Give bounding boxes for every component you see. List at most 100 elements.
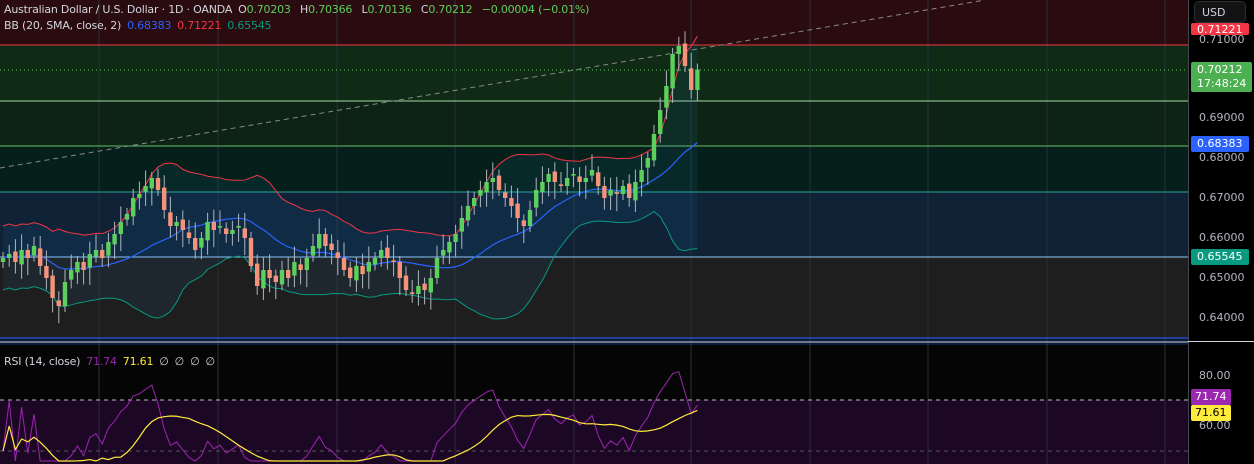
bb-basis-tag: 0.68383: [1191, 136, 1249, 152]
candle-body: [496, 175, 502, 190]
candle-body: [317, 234, 322, 249]
candle-body: [273, 275, 278, 282]
candle-body: [106, 242, 111, 256]
candle-body: [577, 176, 582, 182]
currency-button[interactable]: USD: [1194, 1, 1246, 23]
candle-body: [453, 234, 458, 242]
candle-body: [515, 203, 520, 218]
candle-body: [162, 187, 167, 210]
tick: 0.66000: [1199, 231, 1245, 244]
candle-body: [50, 275, 55, 298]
candle-body: [25, 250, 30, 258]
candle-body: [682, 43, 688, 66]
candle-body: [410, 292, 415, 294]
tick: 0.64000: [1199, 311, 1245, 324]
candle-body: [459, 218, 464, 232]
candle-body: [155, 178, 161, 190]
candle-body: [534, 190, 539, 208]
candle-body: [620, 186, 626, 194]
candle-body: [503, 192, 508, 198]
candle-body: [87, 254, 92, 268]
candle-body: [558, 184, 564, 186]
candle-body: [62, 282, 68, 306]
candle-body: [645, 158, 650, 168]
candle-body: [261, 270, 266, 289]
candle-body: [639, 170, 644, 182]
candle-body: [509, 198, 514, 206]
candle-body: [552, 171, 557, 182]
bb-upper-tag: 0.71221: [1191, 23, 1249, 35]
candle-body: [224, 228, 229, 234]
candle-body: [372, 258, 378, 265]
candle-body: [341, 258, 347, 270]
candle-body: [602, 186, 607, 198]
candle-body: [56, 300, 61, 306]
symbol-title: Australian Dollar / U.S. Dollar · 1D · O…: [4, 3, 233, 16]
candle-body: [689, 68, 694, 90]
candle-body: [304, 258, 309, 270]
candle-body: [7, 254, 12, 258]
rsi-extra: ∅: [174, 355, 185, 368]
candle-body: [360, 266, 365, 274]
price-chart[interactable]: [0, 0, 1188, 464]
candle-body: [546, 174, 551, 182]
zone-band: [0, 101, 1188, 146]
candle-body: [131, 198, 136, 217]
zone-band: [0, 45, 1188, 101]
candle-body: [614, 192, 619, 194]
price-axis[interactable]: 0.71000 0.69000 0.68000 0.67000 0.66000 …: [1188, 0, 1254, 464]
change-value: −0.00004 (−0.01%): [481, 3, 590, 16]
candle-body: [658, 110, 663, 134]
candle-body: [527, 210, 533, 226]
candle-body: [676, 46, 681, 54]
candle-body: [298, 264, 303, 270]
candle-body: [627, 183, 632, 198]
candle-body: [478, 190, 483, 196]
candle-body: [391, 260, 396, 262]
candle-body: [540, 182, 545, 193]
candle-body: [267, 270, 272, 278]
candle-body: [447, 242, 452, 253]
candle-body: [310, 246, 316, 256]
candle-body: [416, 286, 421, 294]
bb-lower-value: 0.65545: [227, 19, 272, 32]
candle-body: [230, 230, 235, 234]
candle-body: [589, 170, 595, 176]
candle-body: [434, 258, 440, 278]
last-price-tag: 0.70212 17:48:24: [1191, 62, 1253, 92]
rsi-ma-value: 71.61: [122, 355, 154, 368]
rsi-extra: ∅: [190, 355, 200, 368]
candle-body: [633, 182, 638, 201]
candle-body: [422, 283, 427, 290]
candle-body: [0, 258, 6, 262]
candle-body: [112, 234, 117, 245]
candle-body: [397, 262, 402, 278]
candle-body: [670, 54, 675, 89]
rsi-value: 71.74: [86, 355, 117, 368]
candle-body: [354, 266, 359, 281]
candle-body: [93, 250, 99, 257]
candle-body: [217, 226, 223, 228]
tick: 0.65000: [1199, 271, 1245, 284]
zone-band: [0, 345, 1188, 400]
tick: 0.67000: [1199, 191, 1245, 204]
candle-body: [664, 86, 669, 108]
bb-legend[interactable]: BB (20, SMA, close, 2) 0.68383 0.71221 0.65…: [4, 19, 277, 32]
candle-body: [596, 172, 601, 186]
candle-body: [75, 262, 80, 273]
candle-body: [44, 266, 49, 278]
candle-body: [403, 275, 409, 290]
candle-body: [695, 69, 700, 90]
candle-body: [335, 252, 340, 258]
rsi-legend[interactable]: RSI (14, close) 71.74 71.61 ∅ ∅ ∅ ∅: [4, 355, 221, 368]
candle-body: [379, 250, 384, 258]
candle-body: [484, 182, 489, 193]
candle-body: [366, 262, 371, 272]
candle-body: [31, 246, 37, 256]
candle-body: [137, 194, 142, 198]
rsi-tag: 71.74: [1191, 389, 1231, 405]
candle-body: [385, 247, 390, 258]
candle-body: [286, 270, 291, 278]
candle-body: [81, 262, 86, 270]
bb-lower-tag: 0.65545: [1191, 249, 1249, 265]
